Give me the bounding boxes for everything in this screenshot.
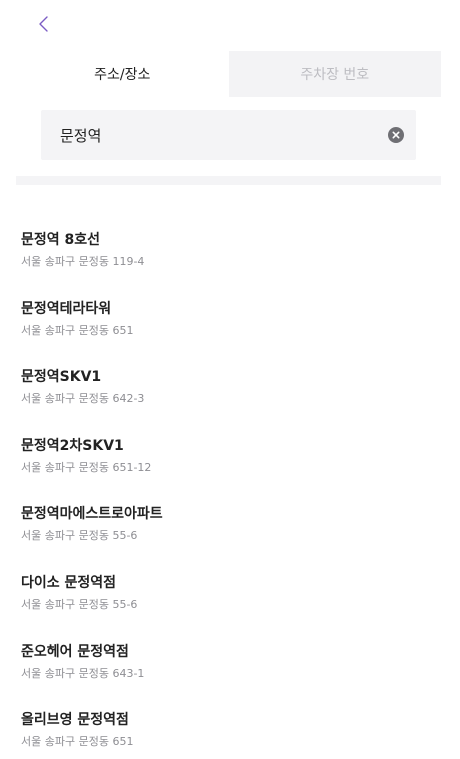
result-title: 문정역마에스트로아파트 [21,506,163,523]
result-item[interactable]: 문정역마에스트로아파트 서울 송파구 문정동 55-6 [21,504,441,573]
result-title: 다이소 문정역점 [21,574,117,591]
search-results-list: 문정역 8호선 서울 송파구 문정동 119-4 문정역테라타워 서울 송파구 … [21,230,441,759]
result-title: 문정역2차SKV1 [21,437,124,454]
result-title: 올리브영 문정역점 [21,712,129,729]
result-title: 준오헤어 문정역점 [21,643,129,660]
result-item[interactable]: 문정역SKV1 서울 송파구 문정동 642-3 [21,367,441,436]
search-input[interactable] [60,126,388,144]
result-item[interactable]: 문정역 8호선 서울 송파구 문정동 119-4 [21,230,441,299]
result-address: 서울 송파구 문정동 651 [21,735,134,749]
clear-circle-icon [392,131,400,139]
result-address: 서울 송파구 문정동 119-4 [21,255,145,268]
result-address: 서울 송파구 문정동 55-6 [21,597,138,611]
result-address: 서울 송파구 문정동 55-6 [21,529,138,543]
result-title: 문정역 8호선 [21,232,101,248]
chevron-left-icon [39,16,48,32]
tab-address-place[interactable]: 주소/장소 [16,51,229,97]
result-item[interactable]: 준오헤어 문정역점 서울 송파구 문정동 643-1 [21,642,441,711]
section-divider [16,176,441,185]
clear-search-button[interactable] [388,127,404,143]
result-address: 서울 송파구 문정동 651 [21,323,134,337]
back-button[interactable] [34,12,62,40]
search-box [41,110,416,160]
search-type-tabs: 주소/장소 주차장 번호 [16,51,441,97]
result-item[interactable]: 문정역2차SKV1 서울 송파구 문정동 651-12 [21,436,441,505]
result-address: 서울 송파구 문정동 642-3 [21,392,145,406]
tab-parking-number[interactable]: 주차장 번호 [228,51,441,97]
search-page: 주소/장소 주차장 번호 문정역 8호선 서울 송파구 문정동 119-4 문정… [0,0,460,759]
result-title: 문정역SKV1 [21,369,102,386]
result-address: 서울 송파구 문정동 651-12 [21,460,152,474]
result-address: 서울 송파구 문정동 643-1 [21,666,145,680]
result-item[interactable]: 올리브영 문정역점 서울 송파구 문정동 651 [21,710,441,759]
result-item[interactable]: 문정역테라타워 서울 송파구 문정동 651 [21,299,441,368]
result-title: 문정역테라타워 [21,300,112,317]
result-item[interactable]: 다이소 문정역점 서울 송파구 문정동 55-6 [21,573,441,642]
